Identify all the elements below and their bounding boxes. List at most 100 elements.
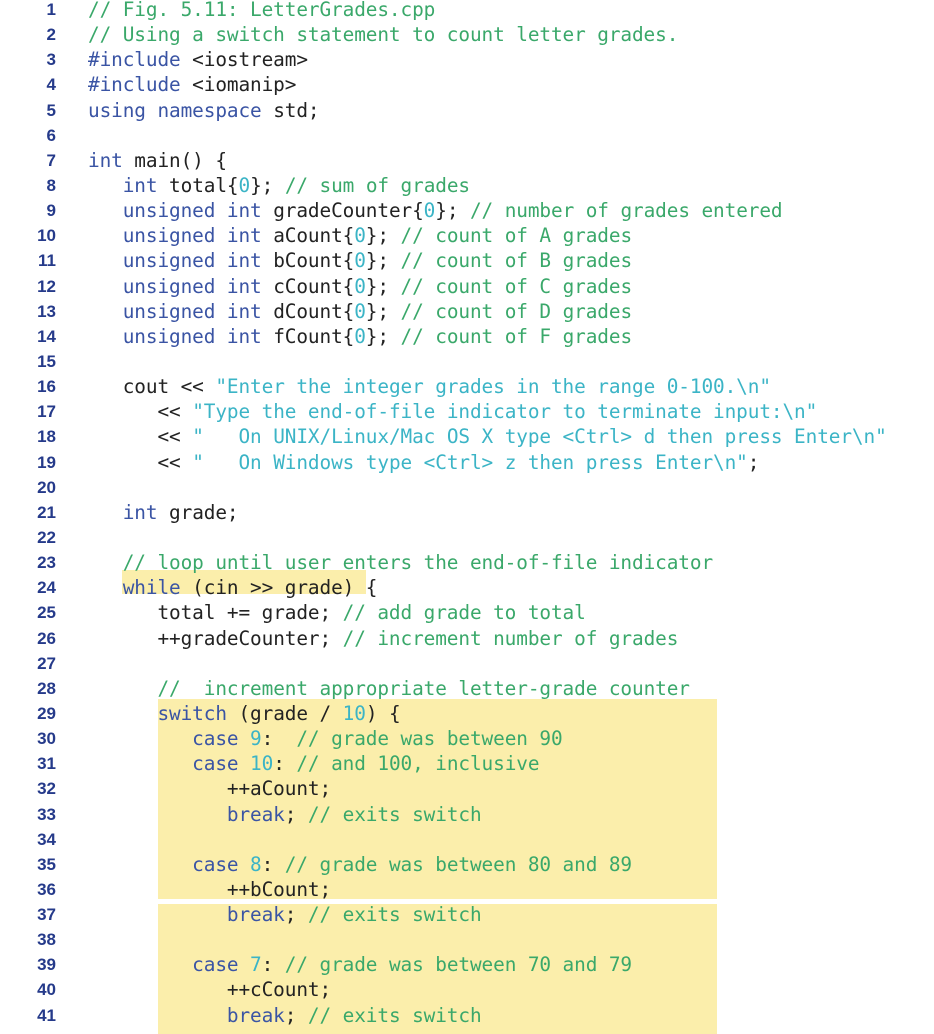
code-text: cCount{ xyxy=(261,274,355,298)
line-number: 19 xyxy=(37,452,56,472)
code-text: break; // exits switch xyxy=(88,1003,482,1028)
code-text: << xyxy=(157,450,193,474)
line-number: 10 xyxy=(37,226,56,246)
code-text: dCount{ xyxy=(261,299,355,323)
code-text: ++gradeCounter; // increment number of g… xyxy=(88,626,678,651)
line-number: 23 xyxy=(37,553,56,573)
line-number: 37 xyxy=(37,905,56,925)
code-text: ; xyxy=(284,1003,308,1027)
line-number: 14 xyxy=(37,326,56,346)
code-line: 22 xyxy=(0,525,934,550)
code-line: 39 case 7: // grade was between 70 and 7… xyxy=(0,952,934,977)
line-number: 5 xyxy=(46,100,56,120)
line-number: 36 xyxy=(37,879,56,899)
code-line: 2 // Using a switch statement to count le… xyxy=(0,22,934,47)
comment: // count of D grades xyxy=(400,299,633,323)
code-line: 19 << " On Windows type <Ctrl> z then pr… xyxy=(0,450,934,475)
line-number: 27 xyxy=(37,653,56,673)
code-text: ++aCount; xyxy=(226,777,332,801)
code-text: break; // exits switch xyxy=(88,902,482,927)
code-text: : xyxy=(273,752,297,776)
code-line: 7 int main() { xyxy=(0,148,934,173)
comment: // add grade to total xyxy=(342,601,586,625)
code-text: << xyxy=(157,400,193,424)
code-text: main() { xyxy=(122,148,227,172)
code-text: unsigned int dCount{0}; // count of D gr… xyxy=(88,299,632,324)
line-number: 32 xyxy=(37,779,56,799)
code-text: #include <iostream> xyxy=(88,47,308,72)
code-text: ++cCount; xyxy=(88,977,331,1002)
code-text: switch (grade / 10) { xyxy=(88,701,400,726)
code-line: 30 case 9: // grade was between 90 xyxy=(0,726,934,751)
code-line: 27 xyxy=(0,651,934,676)
code-text: <iostream> xyxy=(180,48,308,72)
code-text: ++bCount; xyxy=(88,877,331,902)
code-text: int total{0}; // sum of grades xyxy=(88,173,470,198)
keyword: using namespace xyxy=(88,98,262,122)
code-line: 28 // increment appropriate letter-grade… xyxy=(0,676,934,701)
line-number: 30 xyxy=(37,729,56,749)
code-text: : xyxy=(261,953,285,977)
code-text: (cin >> grade) { xyxy=(180,576,378,600)
line-number: 7 xyxy=(46,150,56,170)
comment: // count of F grades xyxy=(400,324,633,348)
comment: // exits switch xyxy=(307,802,482,826)
line-number: 33 xyxy=(37,804,56,824)
line-number: 1 xyxy=(46,0,56,19)
code-line: 12 unsigned int cCount{0}; // count of C… xyxy=(0,274,934,299)
keyword: switch xyxy=(157,701,227,725)
code-line: 15 xyxy=(0,349,934,374)
code-text: ++gradeCounter; xyxy=(157,626,343,650)
comment: // exits switch xyxy=(307,1003,482,1027)
number-literal: 0 xyxy=(354,249,366,273)
line-number: 22 xyxy=(37,527,56,547)
code-text: grade; xyxy=(157,500,239,524)
code-line: 26 ++gradeCounter; // increment number o… xyxy=(0,626,934,651)
code-line: 6 xyxy=(0,123,934,148)
code-line: 1 // Fig. 5.11: LetterGrades.cpp xyxy=(0,0,934,22)
number-literal: 0 xyxy=(354,274,366,298)
code-text: total{ xyxy=(157,173,239,197)
code-text: ; xyxy=(284,802,308,826)
code-line: 23 // loop until user enters the end-of-… xyxy=(0,550,934,575)
code-text: (grade / xyxy=(226,701,343,725)
code-text: unsigned int gradeCounter{0}; // number … xyxy=(88,198,783,223)
code-text: case 9: // grade was between 90 xyxy=(88,726,563,751)
line-number: 3 xyxy=(46,50,56,70)
line-number: 15 xyxy=(37,351,56,371)
code-text: unsigned int bCount{0}; // count of B gr… xyxy=(88,248,632,273)
code-line: 25 total += grade; // add grade to total xyxy=(0,600,934,625)
code-line: 16 cout << "Enter the integer grades in … xyxy=(0,374,934,399)
line-number: 11 xyxy=(38,251,56,271)
code-line: 29 switch (grade / 10) { xyxy=(0,701,934,726)
code-text: ; xyxy=(284,903,308,927)
line-number: 31 xyxy=(37,754,56,774)
code-line: 35 case 8: // grade was between 80 and 8… xyxy=(0,852,934,877)
comment: // sum of grades xyxy=(284,173,470,197)
keyword: unsigned int xyxy=(122,324,262,348)
number-literal: 9 xyxy=(250,727,262,751)
code-text: << " On Windows type <Ctrl> z then press… xyxy=(88,450,759,475)
code-line: 14 unsigned int fCount{0}; // count of F… xyxy=(0,324,934,349)
code-text: while (cin >> grade) { xyxy=(88,575,378,600)
code-line: 8 int total{0}; // sum of grades xyxy=(0,173,934,198)
comment: // grade was between 80 and 89 xyxy=(284,852,633,876)
code-line: 31 case 10: // and 100, inclusive xyxy=(0,751,934,776)
code-line: 20 xyxy=(0,475,934,500)
code-text: gradeCounter{ xyxy=(261,199,424,223)
code-text: unsigned int aCount{0}; // count of A gr… xyxy=(88,223,632,248)
comment: // Using a switch statement to count let… xyxy=(88,23,679,47)
line-number: 17 xyxy=(37,402,56,422)
comment: // count of C grades xyxy=(400,274,633,298)
comment: // loop until user enters the end-of-fil… xyxy=(122,551,714,575)
code-line: 40 ++cCount; xyxy=(0,977,934,1002)
code-text: ++bCount; xyxy=(226,877,332,901)
code-text: }; xyxy=(365,274,401,298)
code-text: << "Type the end-of-file indicator to te… xyxy=(88,399,817,424)
code-lines: 1 // Fig. 5.11: LetterGrades.cpp 2 // Using… xyxy=(0,0,934,1028)
line-number: 2 xyxy=(46,25,56,45)
code-line: 5 using namespace std; xyxy=(0,98,934,123)
keyword: int xyxy=(122,173,158,197)
